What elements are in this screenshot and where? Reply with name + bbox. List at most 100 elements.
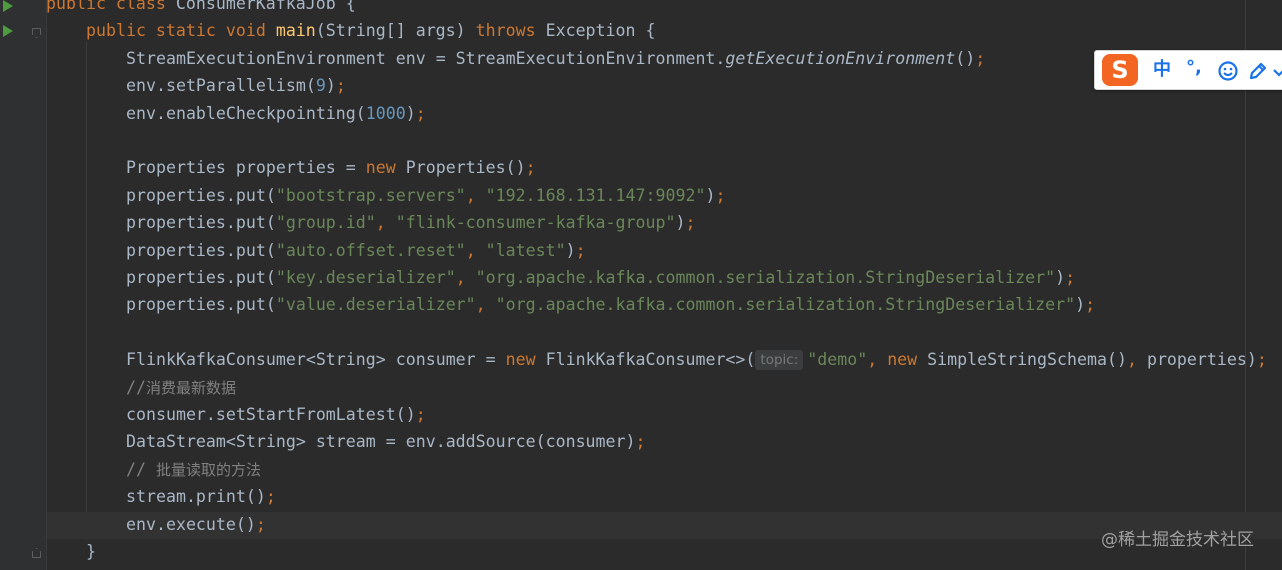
code-line[interactable]: stream.print(); (126, 483, 276, 510)
code-line[interactable]: //消费最新数据 (126, 374, 236, 401)
code-token: ) (1075, 295, 1086, 314)
code-token: ; (415, 104, 426, 123)
code-line[interactable]: properties.put("key.deserializer", "org.… (126, 264, 1075, 291)
code-token: ; (635, 432, 646, 451)
code-token: ; (335, 76, 346, 95)
code-token: ) (675, 213, 686, 232)
ime-logo[interactable]: S (1102, 54, 1138, 86)
code-token: Properties properties = (126, 158, 366, 177)
code-token: "org.apache.kafka.common.serialization.S… (475, 268, 1056, 287)
code-token: 消费最新数据 (145, 379, 236, 397)
code-token: , (375, 213, 396, 232)
code-line[interactable]: } (86, 538, 96, 565)
more-icon[interactable] (1272, 62, 1282, 80)
run-main-icon[interactable] (3, 25, 13, 37)
code-line[interactable]: env.execute(); (126, 511, 266, 538)
code-token: public class (46, 0, 176, 13)
code-line[interactable]: env.enableCheckpointing(1000); (126, 100, 426, 127)
code-token: stream.print() (126, 487, 266, 506)
code-token: ; (1065, 268, 1076, 287)
code-token: , (1126, 350, 1147, 369)
code-line[interactable]: FlinkKafkaConsumer<String> consumer = ne… (126, 346, 1267, 373)
code-token: ; (415, 405, 426, 424)
code-editor[interactable]: public class ConsumerKafkaJob {public st… (0, 0, 1282, 570)
code-line[interactable]: properties.put("auto.offset.reset", "lat… (126, 237, 586, 264)
ime-punctuation-toggle[interactable]: °, (1186, 56, 1202, 80)
code-token: "value.deserializer" (275, 295, 476, 314)
code-token: ; (265, 487, 276, 506)
code-token: ConsumerKafkaJob { (175, 0, 356, 13)
code-token: "auto.offset.reset" (275, 241, 466, 260)
fold-open-icon[interactable] (32, 28, 41, 38)
code-token: ) (405, 104, 416, 123)
code-token: main (275, 21, 316, 40)
code-token: env.setParallelism( (126, 76, 316, 95)
code-token: "org.apache.kafka.common.serialization.S… (495, 295, 1076, 314)
code-token: env.enableCheckpointing( (126, 104, 366, 123)
code-token: Properties() (405, 158, 526, 177)
code-token: properties.put( (126, 268, 276, 287)
code-token: FlinkKafkaConsumer<String> consumer = (126, 350, 506, 369)
code-token: new (887, 350, 928, 369)
parameter-hint: topic: (755, 350, 804, 370)
code-line[interactable]: env.setParallelism(9); (126, 72, 346, 99)
code-line[interactable]: public static void main(String[] args) t… (86, 17, 656, 44)
code-token: , (465, 186, 486, 205)
pen-icon[interactable] (1247, 60, 1269, 82)
code-token: , (475, 295, 496, 314)
code-token: 批量读取的方法 (155, 461, 261, 479)
ime-language-toggle[interactable]: 中 (1153, 58, 1171, 82)
code-token: SimpleStringSchema() (927, 350, 1127, 369)
code-token: new (505, 350, 546, 369)
code-line[interactable]: consumer.setStartFromLatest(); (126, 401, 426, 428)
code-token: FlinkKafkaConsumer<>( (545, 350, 756, 369)
watermark: @稀土掘金技术社区 (1101, 530, 1254, 550)
editor-gutter (0, 0, 47, 570)
code-token: ; (525, 158, 536, 177)
code-token: getExecutionEnvironment (725, 49, 956, 68)
code-token: ; (1256, 350, 1267, 369)
code-line[interactable]: // 批量读取的方法 (126, 456, 261, 483)
code-token: properties.put( (126, 213, 276, 232)
code-token: ) (565, 241, 576, 260)
code-token: env.execute() (126, 515, 256, 534)
code-token: "flink-consumer-kafka-group" (395, 213, 676, 232)
code-token: ; (255, 515, 266, 534)
code-token: DataStream<String> stream = env.addSourc… (126, 432, 636, 451)
code-token: } (86, 542, 96, 561)
code-token: new (365, 158, 406, 177)
code-token: () (955, 49, 976, 68)
code-line[interactable]: properties.put("bootstrap.servers", "192… (126, 182, 725, 209)
code-token: public static void (86, 21, 276, 40)
code-token: "192.168.131.147:9092" (485, 186, 706, 205)
code-token: ; (685, 213, 696, 232)
code-line[interactable]: StreamExecutionEnvironment env = StreamE… (126, 45, 985, 72)
code-token: throws (475, 21, 546, 40)
code-token: // (126, 460, 156, 479)
code-token: consumer.setStartFromLatest() (126, 405, 416, 424)
code-line[interactable]: public class ConsumerKafkaJob { (46, 0, 356, 17)
code-token: "key.deserializer" (275, 268, 456, 287)
code-line[interactable]: DataStream<String> stream = env.addSourc… (126, 428, 646, 455)
code-token: // (126, 378, 146, 397)
emoji-icon[interactable] (1217, 60, 1239, 82)
indent-guide (86, 42, 87, 540)
code-token: properties.put( (126, 241, 276, 260)
code-token: ; (715, 186, 726, 205)
code-line[interactable]: properties.put("group.id", "flink-consum… (126, 209, 695, 236)
code-token: Exception { (545, 21, 656, 40)
code-token: "group.id" (275, 213, 376, 232)
code-token: ; (1085, 295, 1096, 314)
code-token: properties.put( (126, 186, 276, 205)
code-token: 1000 (365, 104, 406, 123)
code-token: ) (705, 186, 716, 205)
fold-close-icon[interactable] (32, 548, 41, 558)
code-token: ) (325, 76, 336, 95)
code-line[interactable]: properties.put("value.deserializer", "or… (126, 291, 1095, 318)
run-class-icon[interactable] (3, 0, 13, 12)
code-token: "latest" (485, 241, 566, 260)
ime-toolbar[interactable]: S 中 °, (1094, 50, 1282, 90)
code-line[interactable]: Properties properties = new Properties()… (126, 154, 536, 181)
code-token: ; (975, 49, 986, 68)
indent-guide (46, 0, 47, 570)
